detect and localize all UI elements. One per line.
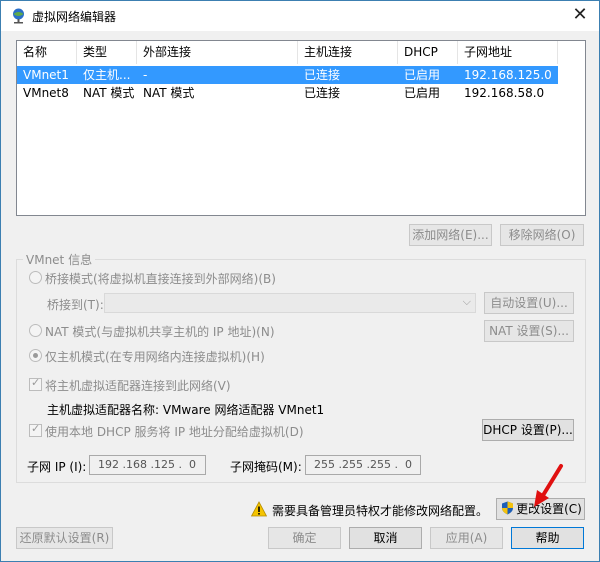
cell-type: NAT 模式 xyxy=(83,86,135,100)
cell-host: 已连接 xyxy=(304,68,341,82)
column-header-host[interactable]: 主机连接 xyxy=(298,41,398,64)
cancel-button[interactable]: 取消 xyxy=(349,527,422,549)
restore-defaults-button[interactable]: 还原默认设置(R) xyxy=(16,527,113,549)
red-annotation-arrow-icon xyxy=(534,464,563,507)
add-network-button[interactable]: 添加网络(E)... xyxy=(409,224,492,246)
title-bar[interactable]: 虚拟网络编辑器 ✕ xyxy=(1,1,599,31)
cell-name: VMnet1 xyxy=(23,68,69,82)
cell-name: VMnet8 xyxy=(23,86,69,100)
bridged-mode-radio[interactable] xyxy=(29,271,42,284)
chevron-down-icon: ⌵ xyxy=(462,295,471,308)
vmnet-info-title: VMnet 信息 xyxy=(23,251,96,268)
help-button[interactable]: 帮助 xyxy=(511,527,584,549)
column-header-external[interactable]: 外部连接 xyxy=(137,41,298,64)
remove-network-button[interactable]: 移除网络(O) xyxy=(500,224,584,246)
subnet-ip-label: 子网 IP (I): xyxy=(27,460,87,474)
dhcp-label: 使用本地 DHCP 服务将 IP 地址分配给虚拟机(D) xyxy=(45,425,304,439)
table-row[interactable]: VMnet1 仅主机... - 已连接 已启用 192.168.125.0 xyxy=(17,66,558,84)
cell-subnet: 192.168.125.0 xyxy=(464,68,552,82)
bridged-to-label: 桥接到(T): xyxy=(47,298,104,312)
connect-adapter-label: 将主机虚拟适配器连接到此网络(V) xyxy=(45,379,231,393)
close-icon: ✕ xyxy=(572,4,588,25)
admin-notice-text: 需要具备管理员特权才能修改网络配置。 xyxy=(272,504,489,518)
warning-icon xyxy=(251,501,267,517)
bridged-to-select[interactable]: ⌵ xyxy=(104,293,476,313)
cell-external: - xyxy=(143,68,148,82)
nat-settings-button[interactable]: NAT 设置(S)... xyxy=(484,320,574,342)
dhcp-settings-button[interactable]: DHCP 设置(P)... xyxy=(482,419,574,441)
network-list[interactable]: 名称 类型 外部连接 主机连接 DHCP 子网地址 VMnet1 仅主机... … xyxy=(16,40,586,216)
host-only-mode-radio[interactable] xyxy=(29,349,42,362)
column-header-type[interactable]: 类型 xyxy=(77,41,137,64)
network-globe-icon xyxy=(13,8,24,24)
ok-button[interactable]: 确定 xyxy=(268,527,341,549)
window-title: 虚拟网络编辑器 xyxy=(32,10,117,24)
list-header: 名称 类型 外部连接 主机连接 DHCP 子网地址 xyxy=(17,41,585,64)
cell-type: 仅主机... xyxy=(83,68,131,82)
subnet-mask-input[interactable]: 255 .255 .255 . 0 xyxy=(305,455,421,475)
subnet-ip-input[interactable]: 192 .168 .125 . 0 xyxy=(89,455,206,475)
adapter-name-label: 主机虚拟适配器名称: VMware 网络适配器 VMnet1 xyxy=(47,403,325,417)
virtual-network-editor-window: 虚拟网络编辑器 ✕ 名称 类型 外部连接 主机连接 DHCP 子网地址 VMne… xyxy=(0,0,600,562)
cell-host: 已连接 xyxy=(304,86,341,100)
cell-subnet: 192.168.58.0 xyxy=(464,86,545,100)
auto-settings-button[interactable]: 自动设置(U)... xyxy=(484,292,574,314)
column-header-subnet[interactable]: 子网地址 xyxy=(458,41,558,64)
nat-mode-label: NAT 模式(与虚拟机共享主机的 IP 地址)(N) xyxy=(45,325,275,339)
host-only-mode-label: 仅主机模式(在专用网络内连接虚拟机)(H) xyxy=(45,350,265,364)
dhcp-checkbox[interactable] xyxy=(29,422,42,437)
uac-shield-icon xyxy=(502,501,514,515)
column-header-dhcp[interactable]: DHCP xyxy=(398,41,458,64)
table-row[interactable]: VMnet8 NAT 模式 NAT 模式 已连接 已启用 192.168.58.… xyxy=(17,84,558,102)
bridged-mode-label: 桥接模式(将虚拟机直接连接到外部网络)(B) xyxy=(45,272,276,286)
cell-dhcp: 已启用 xyxy=(404,86,441,100)
connect-adapter-checkbox[interactable] xyxy=(29,376,42,391)
column-header-name[interactable]: 名称 xyxy=(17,41,77,64)
apply-button[interactable]: 应用(A) xyxy=(430,527,503,549)
cell-dhcp: 已启用 xyxy=(404,68,441,82)
subnet-mask-label: 子网掩码(M): xyxy=(230,460,302,474)
close-button[interactable]: ✕ xyxy=(567,5,593,27)
cell-external: NAT 模式 xyxy=(143,86,195,100)
nat-mode-radio[interactable] xyxy=(29,324,42,337)
